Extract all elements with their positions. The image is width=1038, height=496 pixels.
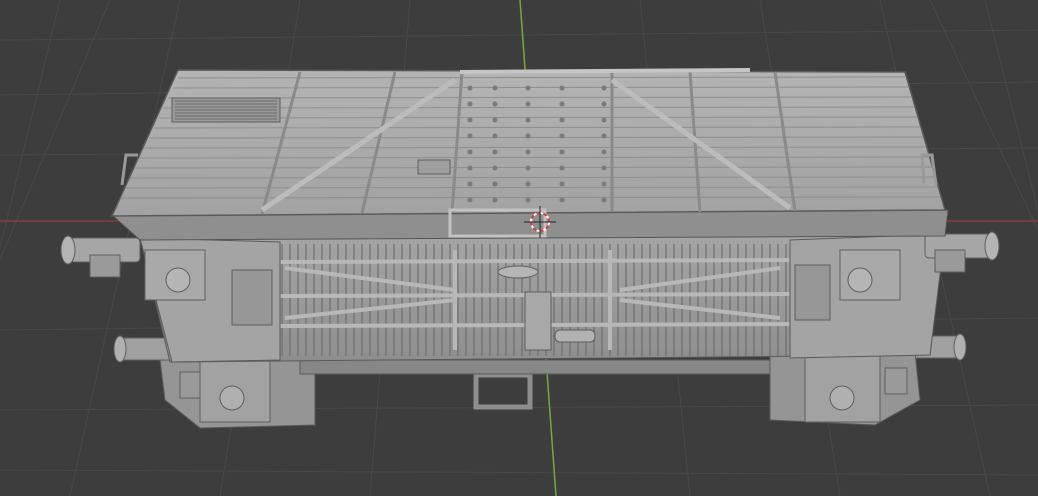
roof-rivet (601, 101, 607, 107)
roof-rivet (492, 165, 498, 171)
roof-rivet (601, 117, 607, 123)
roof-rivet (601, 149, 607, 155)
roof-rivet (492, 133, 498, 139)
roof-rivet (525, 101, 531, 107)
roof-rivet (492, 85, 498, 91)
roof-rivet (601, 197, 607, 203)
roof-rivet (467, 133, 473, 139)
roof-rivet (525, 133, 531, 139)
roof-rivet (525, 181, 531, 187)
roof[interactable] (110, 68, 946, 238)
roof-rivet (559, 165, 565, 171)
roof-hatch[interactable] (417, 159, 451, 175)
roof-rivet (525, 117, 531, 123)
roof-ridge (459, 68, 751, 74)
viewport-canvas[interactable] (0, 0, 1038, 496)
roof-rivet (525, 85, 531, 91)
roof-rivet (467, 181, 473, 187)
roof-rivet (467, 165, 473, 171)
roof-rivet (467, 85, 473, 91)
roof-rivet (559, 85, 565, 91)
3d-viewport[interactable] (0, 0, 1038, 496)
boxcar-model[interactable] (60, 68, 1000, 429)
roof-rivet (467, 101, 473, 107)
roof-rivet (492, 149, 498, 155)
underframe-beam (299, 359, 771, 375)
roof-rivet (601, 165, 607, 171)
roof-rivet (559, 101, 565, 107)
roof-rivet (467, 197, 473, 203)
roof-rivet (467, 117, 473, 123)
roof-rivet (492, 181, 498, 187)
roof-rivet (492, 101, 498, 107)
roof-rivet (492, 117, 498, 123)
roof-rivet (559, 117, 565, 123)
roof-rivet (525, 165, 531, 171)
roof-rivet (601, 181, 607, 187)
roof-rivet (467, 149, 473, 155)
roof-rivet (525, 197, 531, 203)
roof-rivet (559, 149, 565, 155)
roof-rivet (601, 85, 607, 91)
end-panel-rear[interactable] (789, 233, 946, 359)
roof-rivet (525, 149, 531, 155)
roof-rivet (559, 133, 565, 139)
roof-rivet (601, 133, 607, 139)
roof-rivet (492, 197, 498, 203)
roof-rivet (559, 197, 565, 203)
roof-rivet (559, 181, 565, 187)
roof-vent-grille[interactable] (171, 97, 281, 123)
